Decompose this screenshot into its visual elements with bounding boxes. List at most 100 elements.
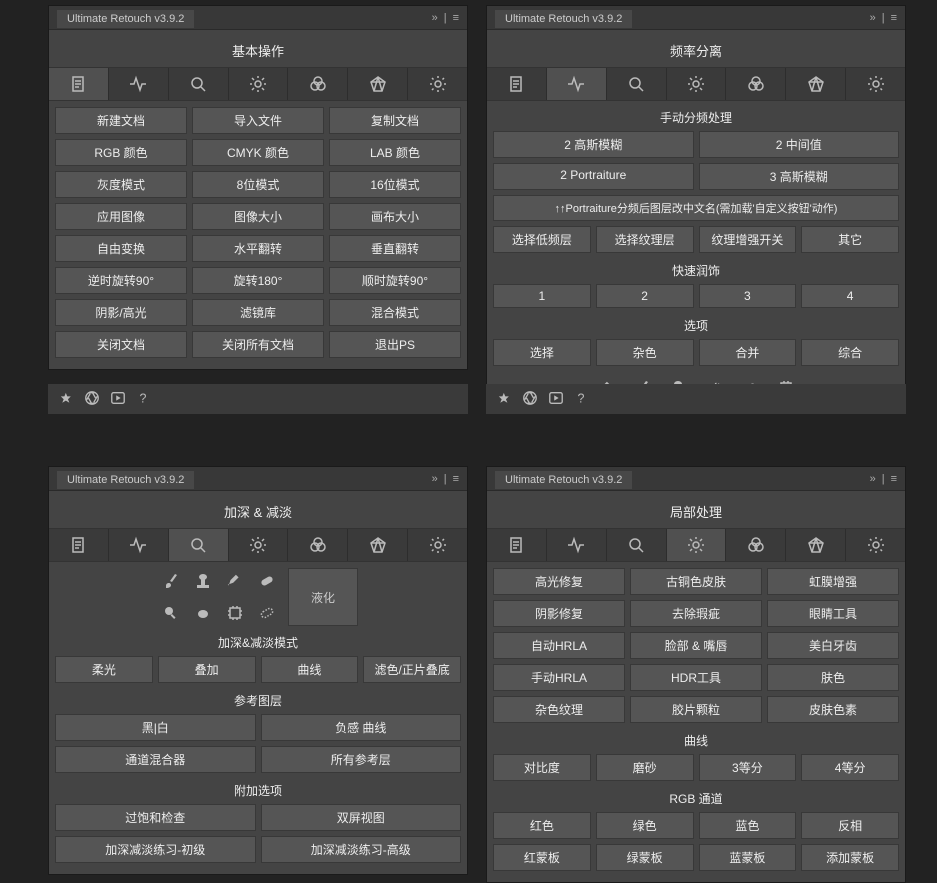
menu-icon[interactable]: ≡ [891, 473, 897, 485]
option-button[interactable]: 选择 [493, 339, 591, 366]
tab-dodge-burn[interactable] [607, 529, 667, 561]
collapse-icon[interactable]: » [870, 12, 876, 24]
play-icon[interactable] [110, 390, 126, 409]
local-button[interactable]: 古铜色皮肤 [630, 568, 762, 595]
tab-document[interactable] [487, 529, 547, 561]
basic-button[interactable]: 图像大小 [192, 203, 324, 230]
star-icon[interactable] [496, 390, 512, 409]
freq-button[interactable]: 3 高斯模糊 [699, 163, 900, 190]
collapse-icon[interactable]: » [432, 12, 438, 24]
zoom-icon[interactable] [158, 600, 184, 626]
option-button[interactable]: 合并 [699, 339, 797, 366]
ref-layer-button[interactable]: 负感 曲线 [261, 714, 462, 741]
tab-dodge-burn[interactable] [169, 68, 229, 100]
basic-button[interactable]: 旋转180° [192, 267, 324, 294]
aperture-icon[interactable] [522, 390, 538, 409]
basic-button[interactable]: 逆时旋转90° [55, 267, 187, 294]
heal-icon[interactable] [254, 568, 280, 594]
tab-frequency[interactable] [547, 529, 607, 561]
basic-button[interactable]: 阴影/高光 [55, 299, 187, 326]
ref-layer-button[interactable]: 黑|白 [55, 714, 256, 741]
tab-effects[interactable] [786, 529, 846, 561]
aperture-icon[interactable] [84, 390, 100, 409]
tab-settings[interactable] [408, 529, 467, 561]
local-button[interactable]: 高光修复 [493, 568, 625, 595]
tab-effects[interactable] [348, 68, 408, 100]
extra-button[interactable]: 双屏视图 [261, 804, 462, 831]
local-button[interactable]: 皮肤色素 [767, 696, 899, 723]
extra-button[interactable]: 加深减淡练习-高级 [261, 836, 462, 863]
option-button[interactable]: 综合 [801, 339, 899, 366]
tab-document[interactable] [487, 68, 547, 100]
local-button[interactable]: 肤色 [767, 664, 899, 691]
basic-button[interactable]: 混合模式 [329, 299, 461, 326]
chip-icon[interactable] [222, 600, 248, 626]
liquify-button[interactable]: 液化 [288, 568, 358, 626]
tab-channels[interactable] [288, 68, 348, 100]
local-button[interactable]: 手动HRLA [493, 664, 625, 691]
local-button[interactable]: 杂色纹理 [493, 696, 625, 723]
freq-button[interactable]: 2 高斯模糊 [493, 131, 694, 158]
basic-button[interactable]: 关闭文档 [55, 331, 187, 358]
local-button[interactable]: 眼睛工具 [767, 600, 899, 627]
tab-channels[interactable] [726, 529, 786, 561]
menu-icon[interactable]: ≡ [891, 12, 897, 24]
collapse-icon[interactable]: » [432, 473, 438, 485]
brush2-icon[interactable] [222, 568, 248, 594]
freq-layer-button[interactable]: 纹理增强开关 [699, 226, 797, 253]
tab-document[interactable] [49, 68, 109, 100]
brush-icon[interactable] [158, 568, 184, 594]
local-button[interactable]: 美白牙齿 [767, 632, 899, 659]
menu-icon[interactable]: ≡ [453, 473, 459, 485]
basic-button[interactable]: 新建文档 [55, 107, 187, 134]
basic-button[interactable]: 顺时旋转90° [329, 267, 461, 294]
local-button[interactable]: 去除瑕疵 [630, 600, 762, 627]
tab-channels[interactable] [726, 68, 786, 100]
basic-button[interactable]: 画布大小 [329, 203, 461, 230]
quick-retouch-button[interactable]: 3 [699, 284, 797, 308]
local-button[interactable]: 自动HRLA [493, 632, 625, 659]
basic-button[interactable]: 复制文档 [329, 107, 461, 134]
local-button[interactable]: 阴影修复 [493, 600, 625, 627]
help-icon[interactable] [136, 390, 152, 409]
basic-button[interactable]: 垂直翻转 [329, 235, 461, 262]
quick-retouch-button[interactable]: 4 [801, 284, 899, 308]
basic-button[interactable]: 自由变换 [55, 235, 187, 262]
tab-local[interactable] [229, 529, 289, 561]
db-mode-button[interactable]: 滤色/正片叠底 [363, 656, 461, 683]
basic-button[interactable]: CMYK 颜色 [192, 139, 324, 166]
basic-button[interactable]: 关闭所有文档 [192, 331, 324, 358]
extra-button[interactable]: 加深减淡练习-初级 [55, 836, 256, 863]
curve-button[interactable]: 对比度 [493, 754, 591, 781]
db-mode-button[interactable]: 曲线 [261, 656, 359, 683]
rgb-button[interactable]: 红蒙板 [493, 844, 591, 871]
portraiture-rename-button[interactable]: ↑↑Portraiture分频后图层改中文名(需加载'自定义按钮'动作) [493, 195, 899, 221]
quick-retouch-button[interactable]: 2 [596, 284, 694, 308]
basic-button[interactable]: LAB 颜色 [329, 139, 461, 166]
db-mode-button[interactable]: 叠加 [158, 656, 256, 683]
basic-button[interactable]: 灰度模式 [55, 171, 187, 198]
basic-button[interactable]: 8位模式 [192, 171, 324, 198]
tab-frequency[interactable] [109, 68, 169, 100]
rgb-button[interactable]: 蓝蒙板 [699, 844, 797, 871]
basic-button[interactable]: 滤镜库 [192, 299, 324, 326]
local-button[interactable]: 胶片颗粒 [630, 696, 762, 723]
basic-button[interactable]: RGB 颜色 [55, 139, 187, 166]
tab-settings[interactable] [846, 68, 905, 100]
rgb-button[interactable]: 绿蒙板 [596, 844, 694, 871]
tab-frequency[interactable] [547, 68, 607, 100]
local-button[interactable]: 脸部 & 嘴唇 [630, 632, 762, 659]
tab-channels[interactable] [288, 529, 348, 561]
smudge-icon[interactable] [190, 600, 216, 626]
basic-button[interactable]: 导入文件 [192, 107, 324, 134]
local-button[interactable]: 虹膜增强 [767, 568, 899, 595]
tab-dodge-burn[interactable] [169, 529, 229, 561]
tab-local[interactable] [667, 68, 727, 100]
option-button[interactable]: 杂色 [596, 339, 694, 366]
curve-button[interactable]: 4等分 [801, 754, 899, 781]
tab-effects[interactable] [348, 529, 408, 561]
stamp-icon[interactable] [190, 568, 216, 594]
tab-document[interactable] [49, 529, 109, 561]
curve-button[interactable]: 磨砂 [596, 754, 694, 781]
extra-button[interactable]: 过饱和检查 [55, 804, 256, 831]
